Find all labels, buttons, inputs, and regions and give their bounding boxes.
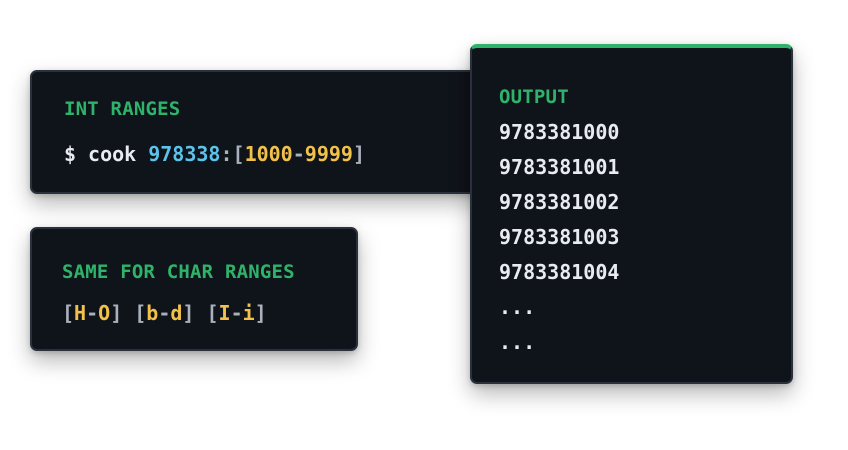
range-dash: - — [292, 142, 305, 166]
range-start: 1000 — [244, 142, 293, 166]
int-ranges-command-line: $ cook 978338:[1000-9999] — [64, 142, 365, 166]
output-list: 9783381000 9783381001 9783381002 9783381… — [499, 120, 619, 365]
output-ellipsis: ... — [499, 295, 536, 319]
number-prefix: 978338 — [148, 142, 221, 166]
char-range: [I-i] — [206, 301, 267, 325]
output-line: 9783381000 — [499, 120, 620, 144]
int-ranges-heading: INT RANGES — [64, 98, 181, 120]
output-heading: OUTPUT — [499, 86, 569, 108]
output-ellipsis: ... — [499, 330, 536, 354]
char-ranges-line: [H-O] [b-d] [I-i] — [62, 301, 267, 325]
char-range: [H-O] — [62, 301, 123, 325]
char-range: [b-d] — [134, 301, 195, 325]
output-line: 9783381002 — [499, 190, 620, 214]
shell-prompt: $ — [64, 142, 77, 166]
range-open-bracket: [ — [232, 142, 245, 166]
char-ranges-card: SAME FOR CHAR RANGES [H-O] [b-d] [I-i] — [30, 227, 358, 351]
output-line: 9783381001 — [499, 155, 620, 179]
command-name: cook — [88, 142, 137, 166]
output-card: OUTPUT 9783381000 9783381001 9783381002 … — [470, 44, 793, 384]
int-ranges-card: INT RANGES $ cook 978338:[1000-9999] — [30, 70, 490, 194]
range-close-bracket: ] — [352, 142, 365, 166]
colon-separator: : — [220, 142, 233, 166]
range-end: 9999 — [304, 142, 353, 166]
char-ranges-heading: SAME FOR CHAR RANGES — [62, 261, 295, 283]
output-line: 9783381003 — [499, 225, 620, 249]
output-line: 9783381004 — [499, 260, 620, 284]
